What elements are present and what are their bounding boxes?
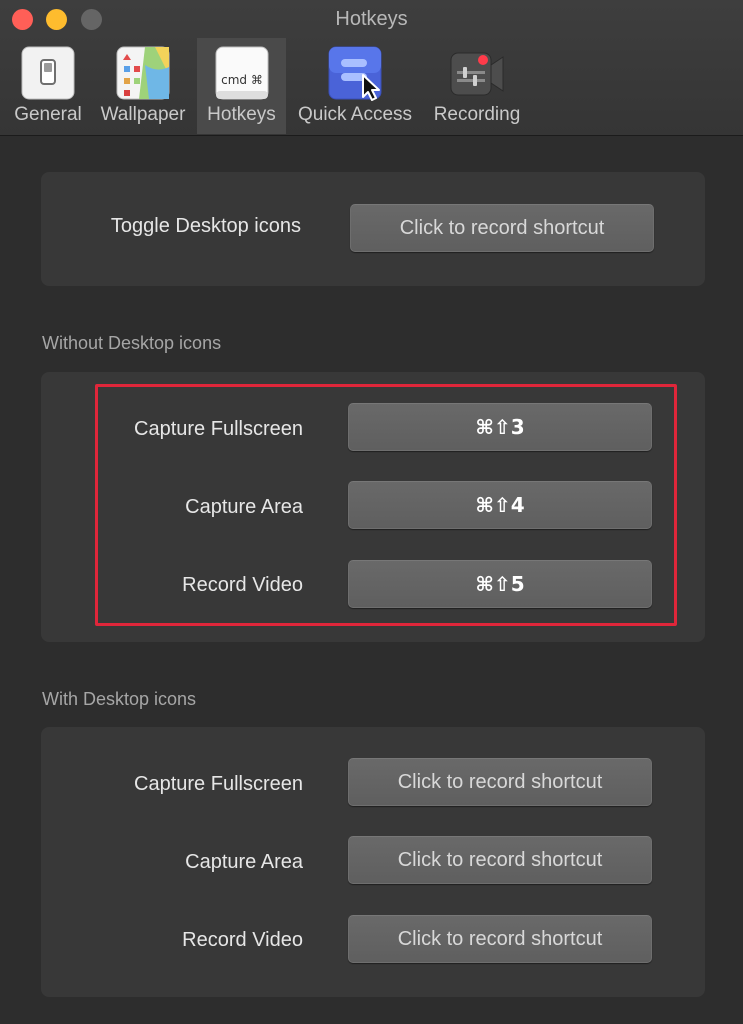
tab-label: General <box>14 104 82 125</box>
capture-area-label: Capture Area <box>185 851 303 873</box>
switch-icon <box>21 46 75 100</box>
tab-label: Recording <box>433 104 521 125</box>
tab-label: Quick Access <box>297 104 413 125</box>
quick-access-icon <box>328 46 382 101</box>
svg-text:cmd ⌘: cmd ⌘ <box>221 73 263 87</box>
tab-wallpaper[interactable]: Wallpaper <box>96 38 190 134</box>
record-video-shortcut-button[interactable]: ⌘⇧5 <box>348 560 652 608</box>
capture-fullscreen-label: Capture Fullscreen <box>134 418 303 440</box>
hotkeys-preferences-window: Hotkeys General Wallpaper cmd ⌘ Hotkeys … <box>0 0 743 1024</box>
video-camera-icon <box>450 52 504 96</box>
capture-area-shortcut-button[interactable]: ⌘⇧4 <box>348 481 652 529</box>
tab-general[interactable]: General <box>6 38 90 134</box>
window-title: Hotkeys <box>335 8 408 30</box>
record-video-label: Record Video <box>182 574 303 596</box>
capture-area-label: Capture Area <box>185 496 303 518</box>
record-video-label: Record Video <box>182 929 303 951</box>
tab-hotkeys[interactable]: cmd ⌘ Hotkeys <box>197 38 286 134</box>
without-desktop-icons-heading: Without Desktop icons <box>42 333 222 353</box>
toggle-desktop-icons-label: Toggle Desktop icons <box>110 215 301 237</box>
tab-label: Hotkeys <box>207 104 276 125</box>
capture-area-shortcut-button[interactable]: Click to record shortcut <box>348 836 652 884</box>
with-desktop-icons-panel: Capture Fullscreen Click to record short… <box>41 727 705 997</box>
capture-fullscreen-shortcut-button[interactable]: Click to record shortcut <box>348 758 652 806</box>
with-desktop-icons-heading: With Desktop icons <box>42 689 197 709</box>
capture-fullscreen-shortcut-button[interactable]: ⌘⇧3 <box>348 403 652 451</box>
keyboard-command-icon: cmd ⌘ <box>215 46 268 100</box>
record-video-shortcut-button[interactable]: Click to record shortcut <box>348 915 652 963</box>
tab-quick-access[interactable]: Quick Access <box>291 38 419 134</box>
toolbar: Hotkeys General Wallpaper cmd ⌘ Hotkeys … <box>0 0 743 136</box>
toggle-desktop-icons-panel: Toggle Desktop icons Click to record sho… <box>41 172 705 286</box>
tab-recording[interactable]: Recording <box>427 38 527 134</box>
without-desktop-icons-panel: Capture Fullscreen ⌘⇧3 Capture Area ⌘⇧4 … <box>41 372 705 642</box>
tab-label: Wallpaper <box>100 104 186 125</box>
wallpaper-icon <box>116 46 170 100</box>
capture-fullscreen-label: Capture Fullscreen <box>134 773 303 795</box>
toggle-desktop-icons-shortcut-button[interactable]: Click to record shortcut <box>350 204 654 252</box>
